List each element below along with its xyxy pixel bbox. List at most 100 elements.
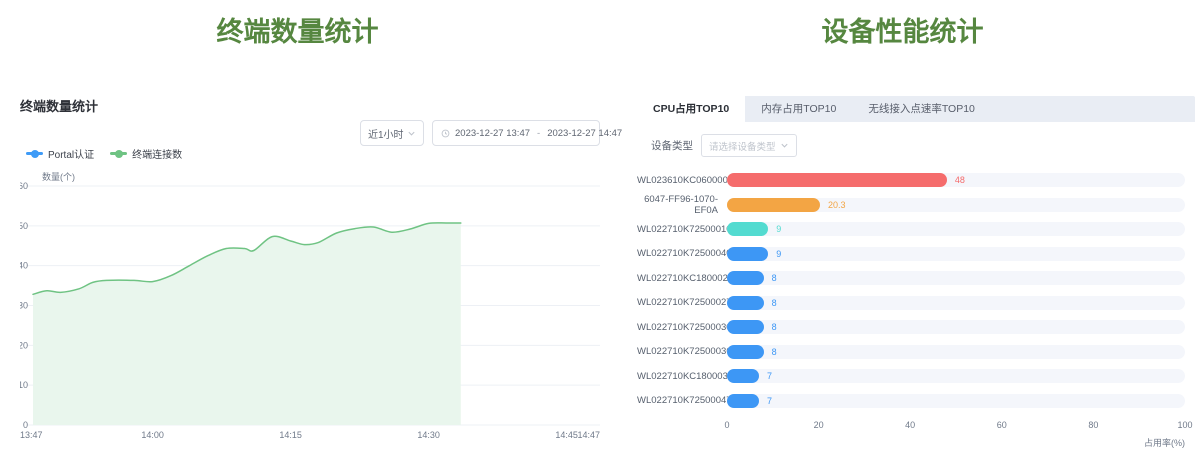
bar-row: WL022710K725000470 7	[637, 389, 1195, 414]
date-range-separator: -	[535, 128, 542, 139]
bar-row: WL022710KC180003727	[637, 364, 1195, 389]
date-range-start: 2023-12-27 13:47	[455, 128, 530, 139]
bar-category-label: 6047-FF96-1070-EF0A	[637, 194, 727, 216]
bar-category-label: WL022710K725000470	[637, 395, 727, 406]
terminal-count-panel: 终端数量统计 近1小时 2023-12-27 13:47 - 2023-12-2…	[20, 96, 600, 446]
x-tick-label: 14:47	[577, 430, 600, 440]
legend-marker-icon	[26, 152, 43, 155]
left-section-title: 终端数量统计	[0, 12, 595, 52]
bar-category-label: WL022710K725000102	[637, 224, 727, 235]
x-tick-label: 14:15	[279, 430, 302, 440]
bar-value-label: 7	[767, 369, 772, 383]
line-chart-svg: 010203040506013:4714:0014:1514:3014:4514…	[20, 182, 600, 446]
date-range-picker[interactable]: 2023-12-27 13:47 - 2023-12-27 14:47	[432, 120, 600, 146]
bar-value-label: 8	[772, 345, 777, 359]
bar-area: 8	[727, 296, 1185, 310]
area-fill	[33, 223, 461, 425]
legend-item[interactable]: 终端连接数	[110, 146, 182, 161]
bar-x-tick-label: 20	[814, 420, 824, 430]
y-tick-label: 60	[20, 182, 28, 191]
bar-fill	[727, 320, 764, 334]
tab-item[interactable]: 无线接入点速率TOP10	[852, 96, 991, 122]
bar-area: 8	[727, 271, 1185, 285]
bar-x-ticks: 020406080100	[727, 420, 1185, 432]
device-type-label: 设备类型	[651, 138, 693, 153]
bar-value-label: 48	[955, 173, 965, 187]
date-range-end: 2023-12-27 14:47	[547, 128, 622, 139]
bar-category-label: WL022710K725000369	[637, 346, 727, 357]
bar-x-tick-label: 60	[997, 420, 1007, 430]
panel-title: 终端数量统计	[20, 96, 600, 115]
bar-track	[727, 296, 1185, 310]
clock-icon	[441, 129, 450, 138]
legend-marker-icon	[110, 152, 127, 155]
bar-category-label: WL023610KC06000043	[637, 175, 727, 186]
right-section-title: 设备性能统计	[605, 12, 1200, 52]
bar-chart: WL023610KC06000043 48 6047-FF96-1070-EF0A 2…	[637, 168, 1195, 449]
bar-area: 20.3	[727, 198, 1185, 212]
bar-area: 8	[727, 320, 1185, 334]
legend-item[interactable]: Portal认证	[26, 146, 94, 161]
bar-category-label: WL022710K725000307	[637, 322, 727, 333]
bar-track	[727, 222, 1185, 236]
x-tick-label: 13:47	[20, 430, 43, 440]
legend: Portal认证 终端连接数	[26, 146, 182, 161]
bar-fill	[727, 394, 759, 408]
legend-dot-icon	[31, 150, 39, 158]
bar-value-label: 8	[772, 271, 777, 285]
y-tick-label: 0	[23, 420, 28, 430]
chevron-down-icon	[407, 129, 416, 138]
bar-category-label: WL022710KC18000280	[637, 273, 727, 284]
bar-x-tick-label: 40	[905, 420, 915, 430]
bar-fill	[727, 198, 820, 212]
bar-value-label: 8	[772, 296, 777, 310]
bar-value-label: 7	[767, 394, 772, 408]
tab-item[interactable]: 内存占用TOP10	[745, 96, 852, 122]
bar-area: 7	[727, 394, 1185, 408]
dashboard: 终端数量统计 设备性能统计 终端数量统计 近1小时 2023-12-27 13:…	[0, 0, 1200, 456]
tab-bar: CPU占用TOP10内存占用TOP10无线接入点速率TOP10	[637, 96, 1195, 122]
bar-track	[727, 369, 1185, 383]
time-range-select[interactable]: 近1小时	[360, 120, 424, 146]
device-type-row: 设备类型 请选择设备类型	[651, 134, 797, 157]
bar-row: 6047-FF96-1070-EF0A 20.3	[637, 193, 1195, 218]
bar-row: WL022710K725000307 8	[637, 315, 1195, 340]
x-tick-label: 14:00	[141, 430, 164, 440]
bar-track	[727, 320, 1185, 334]
bar-value-label: 20.3	[828, 198, 846, 212]
bar-x-axis: 0 20 40 60 80 100	[637, 420, 1195, 432]
bar-row: WL022710K7250001029	[637, 217, 1195, 242]
y-tick-label: 30	[20, 301, 28, 311]
legend-dot-icon	[115, 150, 123, 158]
legend-item-label: 终端连接数	[132, 146, 182, 161]
bar-track	[727, 394, 1185, 408]
bar-area: 7	[727, 369, 1185, 383]
bar-category-label: WL022710K725000272	[637, 297, 727, 308]
bar-value-label: 8	[772, 320, 777, 334]
y-tick-label: 50	[20, 221, 28, 231]
bar-track	[727, 271, 1185, 285]
bar-fill	[727, 369, 759, 383]
line-chart: 010203040506013:4714:0014:1514:3014:4514…	[20, 182, 600, 446]
bar-area: 8	[727, 345, 1185, 359]
bar-fill	[727, 345, 764, 359]
bar-x-tick-label: 100	[1177, 420, 1192, 430]
bar-row: WL023610KC06000043 48	[637, 168, 1195, 193]
bar-value-label: 9	[776, 247, 781, 261]
bar-area: 9	[727, 222, 1185, 236]
bar-fill	[727, 173, 947, 187]
y-tick-label: 10	[20, 380, 28, 390]
x-tick-label: 14:45	[555, 430, 578, 440]
bar-fill	[727, 222, 768, 236]
bar-rows: WL023610KC06000043 48 6047-FF96-1070-EF0A 2…	[637, 168, 1195, 413]
device-type-select[interactable]: 请选择设备类型	[701, 134, 797, 157]
tab-item[interactable]: CPU占用TOP10	[637, 96, 745, 122]
bar-x-tick-label: 80	[1088, 420, 1098, 430]
time-range-value: 近1小时	[368, 126, 404, 141]
bar-row: WL022710KC18000280 8	[637, 266, 1195, 291]
bar-x-axis-label: 占用率(%)	[637, 436, 1195, 449]
bar-row: WL022710K7250004099	[637, 242, 1195, 267]
bar-fill	[727, 247, 768, 261]
x-tick-label: 14:30	[417, 430, 440, 440]
bar-x-tick-label: 0	[724, 420, 729, 430]
